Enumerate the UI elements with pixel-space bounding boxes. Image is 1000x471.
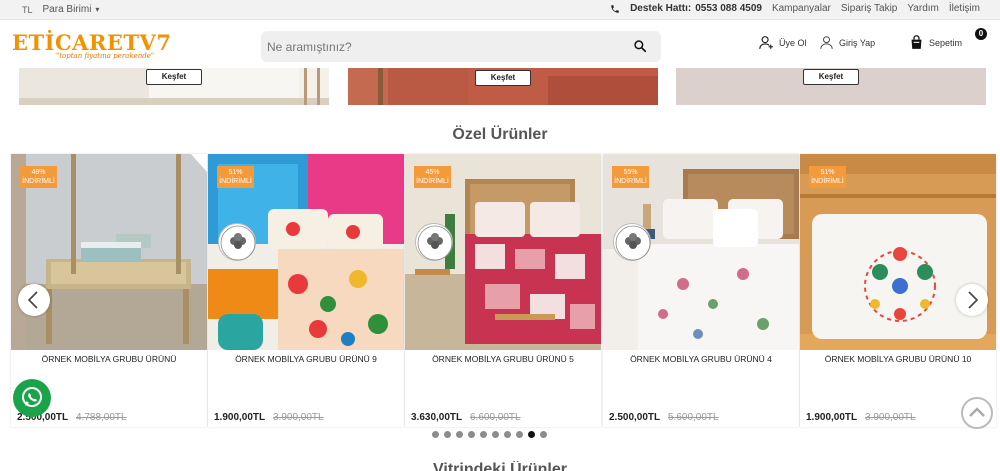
whatsapp-button[interactable] bbox=[13, 379, 51, 417]
banner-3[interactable]: Keşfet bbox=[676, 68, 986, 105]
discount-badge: 45% İNDİRİMLİ bbox=[414, 166, 451, 188]
login-link[interactable]: Giriş Yap bbox=[818, 34, 875, 51]
product-price: 1.900,00TL bbox=[806, 412, 858, 423]
discount-badge: 51% İNDİRİMLİ bbox=[809, 166, 846, 188]
search-icon[interactable] bbox=[633, 39, 647, 53]
top-bar: TL Para Birimi ▾ Destek Hattı: 0553 088 … bbox=[0, 0, 1000, 20]
carousel-dot[interactable] bbox=[444, 431, 451, 438]
carousel-dot[interactable] bbox=[528, 431, 535, 438]
carousel-dot[interactable] bbox=[456, 431, 463, 438]
chevron-up-icon bbox=[969, 407, 985, 417]
banner-3-button[interactable]: Keşfet bbox=[803, 69, 859, 85]
cotton-flower-icon bbox=[218, 223, 256, 261]
chevron-left-icon bbox=[27, 291, 38, 309]
banner-1[interactable]: Keşfet bbox=[19, 68, 329, 105]
carousel-dot[interactable] bbox=[540, 431, 547, 438]
product-name[interactable]: ÖRNEK MOBİLYA GRUBU ÜRÜNÜ 10 bbox=[800, 354, 996, 364]
product-price: 3.630,00TL bbox=[411, 412, 463, 423]
currency-selector[interactable]: TL Para Birimi ▾ bbox=[22, 4, 99, 15]
header: ETİCARETV7 "toptan fiyatına perakende" Ü… bbox=[0, 20, 1000, 68]
phone-icon bbox=[611, 4, 619, 13]
carousel-next-button[interactable] bbox=[956, 284, 988, 316]
search-input[interactable] bbox=[267, 38, 617, 55]
top-bar-right: Destek Hattı: 0553 088 4509 Kampanyalar … bbox=[610, 3, 980, 14]
link-contact[interactable]: İletişim bbox=[949, 3, 980, 14]
banner-2[interactable]: Keşfet bbox=[348, 68, 658, 105]
banner-1-button[interactable]: Keşfet bbox=[146, 69, 202, 85]
carousel-dot[interactable] bbox=[432, 431, 439, 438]
product-name[interactable]: ÖRNEK MOBİLYA GRUBU ÜRÜNÜ 9 bbox=[208, 354, 404, 364]
product-card[interactable]: 51% İNDİRİMLİ ÖRNEK MOBİLYA GRUBU ÜRÜNÜ 9… bbox=[208, 154, 404, 427]
currency-label: Para Birimi bbox=[42, 4, 92, 15]
discount-badge: 55% İNDİRİMLİ bbox=[612, 166, 649, 188]
product-card[interactable]: 45% İNDİRİMLİ ÖRNEK MOBİLYA GRUBU ÜRÜNÜ 5… bbox=[405, 154, 601, 427]
support-phone[interactable]: 0553 088 4509 bbox=[695, 3, 762, 14]
user-add-icon bbox=[759, 36, 773, 49]
carousel-pagination bbox=[432, 431, 547, 438]
carousel-dot[interactable] bbox=[480, 431, 487, 438]
support-label: Destek Hattı: bbox=[630, 3, 692, 14]
register-link[interactable]: Üye Ol bbox=[758, 34, 807, 51]
cart-count-badge: 0 bbox=[975, 28, 987, 40]
carousel-dot[interactable] bbox=[504, 431, 511, 438]
carousel-prev-button[interactable] bbox=[18, 284, 50, 316]
banner-2-button[interactable]: Keşfet bbox=[475, 70, 531, 86]
section-title-showcase: Vitrindeki Ürünler bbox=[433, 461, 567, 471]
product-old-price: 4.788,00TL bbox=[76, 412, 127, 423]
product-old-price: 6.600,00TL bbox=[470, 412, 521, 423]
discount-badge: 51% İNDİRİMLİ bbox=[217, 166, 254, 188]
discount-badge: 48% İNDİRİMLİ bbox=[20, 166, 57, 188]
cotton-flower-icon bbox=[415, 223, 453, 261]
chevron-down-icon: ▾ bbox=[95, 5, 100, 14]
product-price: 2.500,00TL bbox=[609, 412, 661, 423]
section-title-special: Özel Ürünler bbox=[452, 126, 548, 143]
carousel-dot[interactable] bbox=[516, 431, 523, 438]
shopping-bag-icon bbox=[911, 35, 922, 49]
product-name[interactable]: ÖRNEK MOBİLYA GRUBU ÜRÜNÜ 5 bbox=[405, 354, 601, 364]
product-price: 1.900,00TL bbox=[214, 412, 266, 423]
register-label: Üye Ol bbox=[779, 37, 807, 48]
cart-link[interactable]: Sepetim bbox=[908, 34, 962, 51]
currency-code: TL bbox=[22, 4, 33, 15]
cart-label: Sepetim bbox=[929, 37, 963, 48]
product-name[interactable]: ÖRNEK MOBİLYA GRUBU ÜRÜNÜ bbox=[11, 354, 207, 364]
link-campaigns[interactable]: Kampanyalar bbox=[772, 3, 831, 14]
product-card[interactable]: 55% İNDİRİMLİ ÖRNEK MOBİLYA GRUBU ÜRÜNÜ 4… bbox=[603, 154, 799, 427]
whatsapp-icon bbox=[22, 387, 42, 407]
product-old-price: 3.900,00TL bbox=[865, 412, 916, 423]
link-order-tracking[interactable]: Sipariş Takip bbox=[841, 3, 898, 14]
logo[interactable]: ETİCARETV7 "toptan fiyatına perakende" bbox=[12, 30, 172, 61]
user-icon bbox=[820, 36, 833, 49]
logo-text: ETİCARETV7 bbox=[12, 30, 172, 55]
link-help[interactable]: Yardım bbox=[907, 3, 939, 14]
scroll-top-button[interactable] bbox=[961, 397, 993, 429]
chevron-right-icon bbox=[968, 291, 979, 309]
carousel-dot[interactable] bbox=[492, 431, 499, 438]
product-old-price: 5.600,00TL bbox=[668, 412, 719, 423]
carousel-dot[interactable] bbox=[468, 431, 475, 438]
login-label: Giriş Yap bbox=[839, 37, 876, 48]
product-old-price: 3.900,00TL bbox=[273, 412, 324, 423]
search-box bbox=[261, 31, 661, 62]
product-name[interactable]: ÖRNEK MOBİLYA GRUBU ÜRÜNÜ 4 bbox=[603, 354, 799, 364]
cotton-flower-icon bbox=[613, 223, 651, 261]
